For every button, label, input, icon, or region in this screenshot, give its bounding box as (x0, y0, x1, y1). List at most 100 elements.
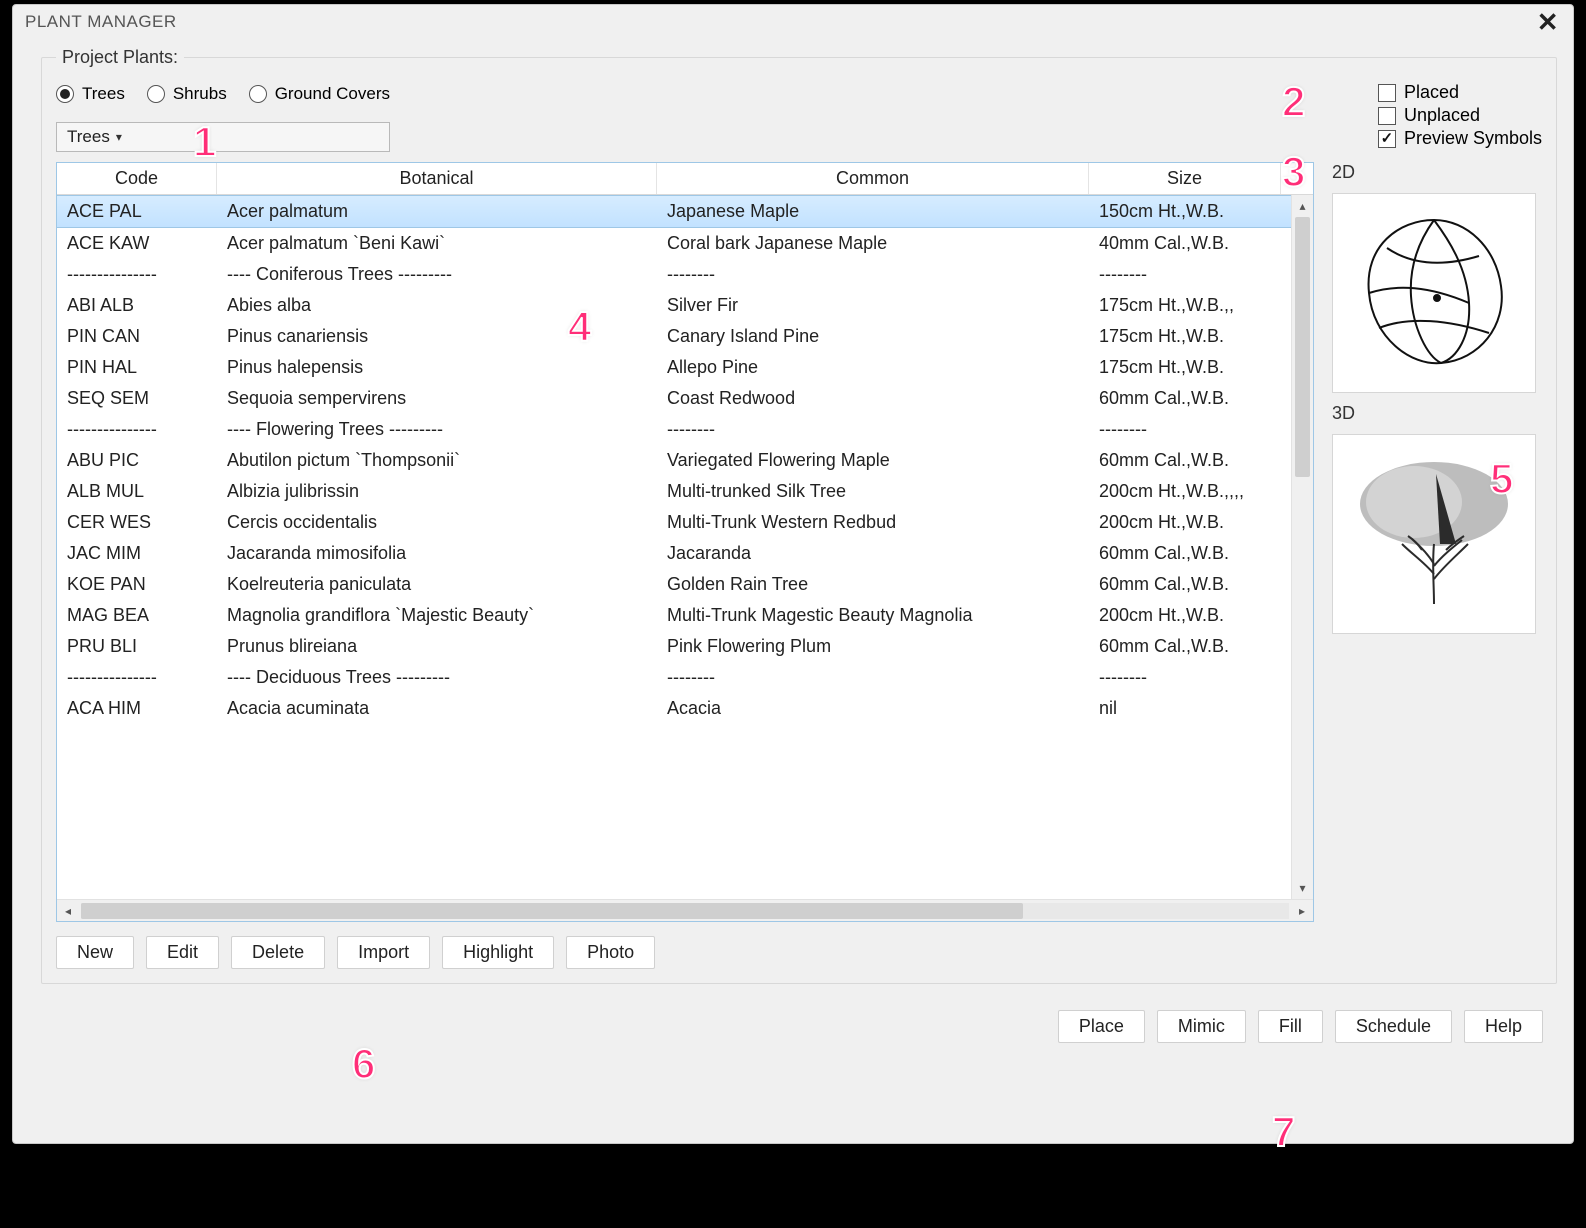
edit-toolbar: New Edit Delete Import Highlight Photo (56, 936, 1542, 969)
table-row[interactable]: PIN HALPinus halepensisAllepo Pine175cm … (57, 352, 1291, 383)
place-button[interactable]: Place (1058, 1010, 1145, 1043)
cell-common: Japanese Maple (657, 201, 1089, 222)
table-row[interactable]: JAC MIMJacaranda mimosifoliaJacaranda60m… (57, 538, 1291, 569)
table-row[interactable]: MAG BEAMagnolia grandiflora `Majestic Be… (57, 600, 1291, 631)
edit-button[interactable]: Edit (146, 936, 219, 969)
cell-botanical: Acer palmatum (217, 201, 657, 222)
cell-code: ABU PIC (57, 450, 217, 471)
cell-common: Coast Redwood (657, 388, 1089, 409)
radio-shrubs-label: Shrubs (173, 84, 227, 104)
cell-botanical: Cercis occidentalis (217, 512, 657, 533)
scroll-left-icon[interactable]: ◂ (57, 900, 79, 922)
category-dropdown[interactable]: Trees ▾ (56, 122, 390, 152)
schedule-button[interactable]: Schedule (1335, 1010, 1452, 1043)
cell-size: 200cm Ht.,W.B. (1089, 605, 1281, 626)
table-row[interactable]: ACA HIMAcacia acuminataAcacianil (57, 693, 1291, 724)
cell-code: ACE PAL (57, 201, 217, 222)
filter-checks: Placed Unplaced Preview Symbols (1378, 80, 1542, 149)
table-row[interactable]: ABU PICAbutilon pictum `Thompsonii`Varie… (57, 445, 1291, 476)
cell-code: SEQ SEM (57, 388, 217, 409)
check-placed[interactable]: Placed (1378, 82, 1542, 103)
chevron-down-icon: ▾ (116, 130, 122, 144)
cell-size: -------- (1089, 419, 1281, 440)
horizontal-scrollbar[interactable]: ◂ ▸ (57, 899, 1313, 921)
window-title: PLANT MANAGER (25, 12, 177, 32)
table-row[interactable]: ACE PALAcer palmatumJapanese Maple150cm … (57, 195, 1291, 228)
cell-botanical: Magnolia grandiflora `Majestic Beauty` (217, 605, 657, 626)
table-row[interactable]: ABI ALBAbies albaSilver Fir175cm Ht.,W.B… (57, 290, 1291, 321)
cell-common: Multi-trunked Silk Tree (657, 481, 1089, 502)
close-icon[interactable]: ✕ (1533, 12, 1563, 32)
cell-code: KOE PAN (57, 574, 217, 595)
checkbox-icon (1378, 84, 1396, 102)
radio-dot-icon (147, 85, 165, 103)
table-row[interactable]: ------------------- Coniferous Trees ---… (57, 259, 1291, 290)
radio-ground-covers[interactable]: Ground Covers (249, 84, 390, 104)
table-body-wrap: ACE PALAcer palmatumJapanese Maple150cm … (57, 195, 1313, 899)
th-code[interactable]: Code (57, 163, 217, 194)
project-plants-legend: Project Plants: (56, 47, 184, 68)
cell-size: nil (1089, 698, 1281, 719)
scroll-right-icon[interactable]: ▸ (1291, 900, 1313, 922)
cell-size: 40mm Cal.,W.B. (1089, 233, 1281, 254)
cell-code: ACA HIM (57, 698, 217, 719)
cell-botanical: Acer palmatum `Beni Kawi` (217, 233, 657, 254)
cell-code: ABI ALB (57, 295, 217, 316)
plants-table: Code Botanical Common Size ACE PALAcer p… (56, 162, 1314, 922)
scroll-down-icon[interactable]: ▾ (1292, 877, 1313, 899)
new-button[interactable]: New (56, 936, 134, 969)
th-size[interactable]: Size (1089, 163, 1281, 194)
cell-botanical: Pinus canariensis (217, 326, 657, 347)
cell-botanical: Albizia julibrissin (217, 481, 657, 502)
cell-common: Acacia (657, 698, 1089, 719)
radio-shrubs[interactable]: Shrubs (147, 84, 227, 104)
import-button[interactable]: Import (337, 936, 430, 969)
table-body: ACE PALAcer palmatumJapanese Maple150cm … (57, 195, 1291, 899)
table-row[interactable]: ACE KAWAcer palmatum `Beni Kawi`Coral ba… (57, 228, 1291, 259)
footer-toolbar: Place Mimic Fill Schedule Help (41, 1010, 1545, 1043)
mimic-button[interactable]: Mimic (1157, 1010, 1246, 1043)
cell-size: 175cm Ht.,W.B.,, (1089, 295, 1281, 316)
check-unplaced[interactable]: Unplaced (1378, 105, 1542, 126)
table-row[interactable]: PRU BLIPrunus blireianaPink Flowering Pl… (57, 631, 1291, 662)
table-row[interactable]: KOE PANKoelreuteria paniculataGolden Rai… (57, 569, 1291, 600)
help-button[interactable]: Help (1464, 1010, 1543, 1043)
fill-button[interactable]: Fill (1258, 1010, 1323, 1043)
cell-common: Multi-Trunk Magestic Beauty Magnolia (657, 605, 1089, 626)
hscroll-thumb[interactable] (81, 903, 1023, 919)
delete-button[interactable]: Delete (231, 936, 325, 969)
th-botanical[interactable]: Botanical (217, 163, 657, 194)
scroll-up-icon[interactable]: ▴ (1292, 195, 1313, 217)
check-preview-symbols[interactable]: Preview Symbols (1378, 128, 1542, 149)
scroll-thumb[interactable] (1295, 217, 1310, 477)
radio-trees[interactable]: Trees (56, 84, 125, 104)
preview-panel: 2D (1332, 162, 1542, 634)
cell-size: 200cm Ht.,W.B. (1089, 512, 1281, 533)
radio-trees-label: Trees (82, 84, 125, 104)
cell-size: 60mm Cal.,W.B. (1089, 543, 1281, 564)
cell-code: --------------- (57, 667, 217, 688)
hscroll-track[interactable] (81, 903, 1289, 919)
window-content: Project Plants: Trees Shrubs (13, 39, 1573, 1143)
highlight-button[interactable]: Highlight (442, 936, 554, 969)
cell-code: --------------- (57, 264, 217, 285)
cell-common: Allepo Pine (657, 357, 1089, 378)
th-common[interactable]: Common (657, 163, 1089, 194)
vertical-scrollbar[interactable]: ▴ ▾ (1291, 195, 1313, 899)
cell-common: Coral bark Japanese Maple (657, 233, 1089, 254)
photo-button[interactable]: Photo (566, 936, 655, 969)
cell-common: -------- (657, 667, 1089, 688)
preview-2d-label: 2D (1332, 162, 1542, 183)
cell-code: ACE KAW (57, 233, 217, 254)
table-row[interactable]: SEQ SEMSequoia sempervirensCoast Redwood… (57, 383, 1291, 414)
cell-common: Pink Flowering Plum (657, 636, 1089, 657)
table-row[interactable]: ALB MULAlbizia julibrissinMulti-trunked … (57, 476, 1291, 507)
table-row[interactable]: ------------------- Deciduous Trees ----… (57, 662, 1291, 693)
table-row[interactable]: CER WESCercis occidentalisMulti-Trunk We… (57, 507, 1291, 538)
cell-code: PIN CAN (57, 326, 217, 347)
table-row[interactable]: ------------------- Flowering Trees ----… (57, 414, 1291, 445)
radio-dot-icon (56, 85, 74, 103)
table-row[interactable]: PIN CANPinus canariensisCanary Island Pi… (57, 321, 1291, 352)
cell-size: -------- (1089, 264, 1281, 285)
cell-common: -------- (657, 419, 1089, 440)
